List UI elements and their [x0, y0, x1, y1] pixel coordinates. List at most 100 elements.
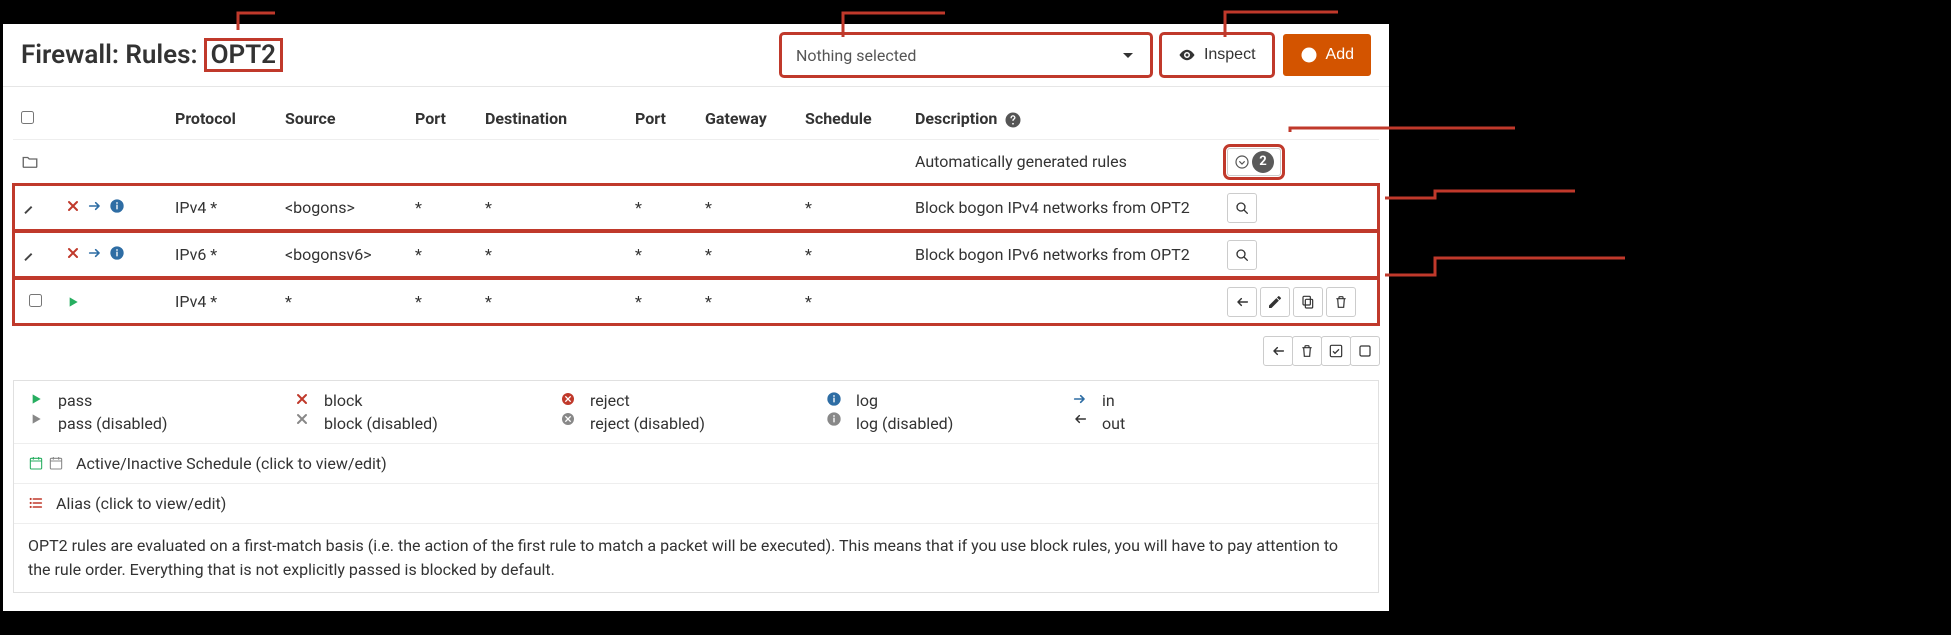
log-icon [826, 391, 842, 407]
legend-schedule-text: Active/Inactive Schedule (click to view/… [76, 454, 387, 473]
inspect-button[interactable]: Inspect [1161, 34, 1273, 76]
calendar-active-icon [28, 455, 44, 471]
auto-rules-count: 2 [1252, 151, 1274, 173]
row-checkbox[interactable] [29, 294, 42, 307]
list-icon [28, 495, 44, 511]
col-port1: Port [407, 99, 477, 139]
page-header: Firewall: Rules: OPT2 Nothing selected I… [3, 24, 1389, 87]
reject-icon [560, 391, 576, 407]
cell-protocol: IPv4 * [167, 184, 277, 231]
disable-selected-button[interactable] [1350, 336, 1380, 366]
pass-icon [65, 294, 81, 310]
direction-in-icon [1072, 391, 1088, 407]
auto-rules-row: Automatically generated rules 2 [13, 139, 1379, 184]
legend-reject: reject [590, 391, 820, 410]
help-icon[interactable] [1004, 111, 1022, 129]
cell-port1: * [407, 231, 477, 278]
cell-gateway: * [697, 278, 797, 325]
expand-auto-rules[interactable]: 2 [1227, 148, 1281, 176]
arrow-left-icon [1234, 294, 1250, 310]
move-selected-button[interactable] [1263, 336, 1293, 366]
folder-icon [21, 153, 39, 171]
calendar-inactive-icon [48, 455, 64, 471]
square-icon [1357, 343, 1373, 359]
log-disabled-icon [826, 411, 842, 427]
cell-source: * [277, 278, 407, 325]
legend-pass: pass [58, 391, 288, 410]
col-destination: Destination [477, 99, 627, 139]
legend-in: in [1102, 391, 1182, 410]
legend-log: log [856, 391, 1066, 410]
block-disabled-icon [294, 411, 310, 427]
search-icon [1234, 200, 1250, 216]
rules-table: Protocol Source Port Destination Port Ga… [13, 99, 1379, 326]
col-gateway: Gateway [697, 99, 797, 139]
cell-destination: * [477, 278, 627, 325]
cell-description [907, 278, 1219, 325]
cell-destination: * [477, 231, 627, 278]
add-label: Add [1326, 46, 1354, 64]
select-all-checkbox[interactable] [21, 111, 34, 124]
wand-icon[interactable] [21, 247, 37, 263]
cell-port2: * [627, 184, 697, 231]
rules-body: Protocol Source Port Destination Port Ga… [3, 87, 1389, 611]
cell-port1: * [407, 184, 477, 231]
cell-description: Block bogon IPv6 networks from OPT2 [907, 231, 1219, 278]
cell-description: Block bogon IPv4 networks from OPT2 [907, 184, 1219, 231]
inspect-rule-button[interactable] [1227, 240, 1257, 270]
delete-selected-button[interactable] [1292, 336, 1322, 366]
cell-port1: * [407, 278, 477, 325]
table-row: IPv4 * <bogons> * * * * * Block bogon IP… [13, 184, 1379, 231]
cell-schedule: * [797, 231, 907, 278]
cell-protocol: IPv4 * [167, 278, 277, 325]
direction-in-icon [87, 245, 103, 261]
legend-log-disabled: log (disabled) [856, 414, 1066, 433]
legend-pass-disabled: pass (disabled) [58, 414, 288, 433]
category-filter-dropdown[interactable]: Nothing selected [781, 34, 1151, 76]
col-schedule: Schedule [797, 99, 907, 139]
delete-rule-button[interactable] [1326, 287, 1356, 317]
pass-icon [28, 391, 44, 407]
col-protocol: Protocol [167, 99, 277, 139]
page-title-prefix: Firewall: Rules: [21, 40, 198, 70]
legend-schedule-row: Active/Inactive Schedule (click to view/… [14, 444, 1378, 484]
legend-out: out [1102, 414, 1182, 433]
wand-icon[interactable] [21, 200, 37, 216]
info-icon[interactable] [109, 198, 125, 214]
cell-port2: * [627, 278, 697, 325]
auto-rules-desc: Automatically generated rules [907, 139, 1219, 184]
move-rule-button[interactable] [1227, 287, 1257, 317]
cell-protocol: IPv6 * [167, 231, 277, 278]
direction-in-icon [87, 198, 103, 214]
firewall-rules-panel: Firewall: Rules: OPT2 Nothing selected I… [3, 24, 1389, 611]
clone-rule-button[interactable] [1293, 287, 1323, 317]
trash-icon [1299, 343, 1315, 359]
chevron-circle-down-icon [1234, 154, 1250, 170]
cell-schedule: * [797, 278, 907, 325]
pass-disabled-icon [28, 411, 44, 427]
eye-icon [1178, 46, 1196, 64]
inspect-label: Inspect [1204, 46, 1256, 64]
trash-icon [1333, 294, 1349, 310]
block-icon [65, 245, 81, 261]
enable-selected-button[interactable] [1321, 336, 1351, 366]
edit-rule-button[interactable] [1260, 287, 1290, 317]
search-icon [1234, 247, 1250, 263]
inspect-rule-button[interactable] [1227, 193, 1257, 223]
legend-reject-disabled: reject (disabled) [590, 414, 820, 433]
col-description: Description [907, 99, 1219, 139]
info-icon[interactable] [109, 245, 125, 261]
bulk-actions [13, 326, 1379, 380]
cell-gateway: * [697, 184, 797, 231]
plus-circle-icon [1300, 46, 1318, 64]
check-square-icon [1328, 343, 1344, 359]
cell-gateway: * [697, 231, 797, 278]
legend-block-disabled: block (disabled) [324, 414, 554, 433]
cell-schedule: * [797, 184, 907, 231]
legend-alias-text: Alias (click to view/edit) [56, 494, 226, 513]
pencil-icon [1267, 294, 1283, 310]
legend-alias-row: Alias (click to view/edit) [14, 484, 1378, 524]
table-row: IPv4 * * * * * * * [13, 278, 1379, 325]
col-port2: Port [627, 99, 697, 139]
add-rule-button[interactable]: Add [1283, 34, 1371, 76]
